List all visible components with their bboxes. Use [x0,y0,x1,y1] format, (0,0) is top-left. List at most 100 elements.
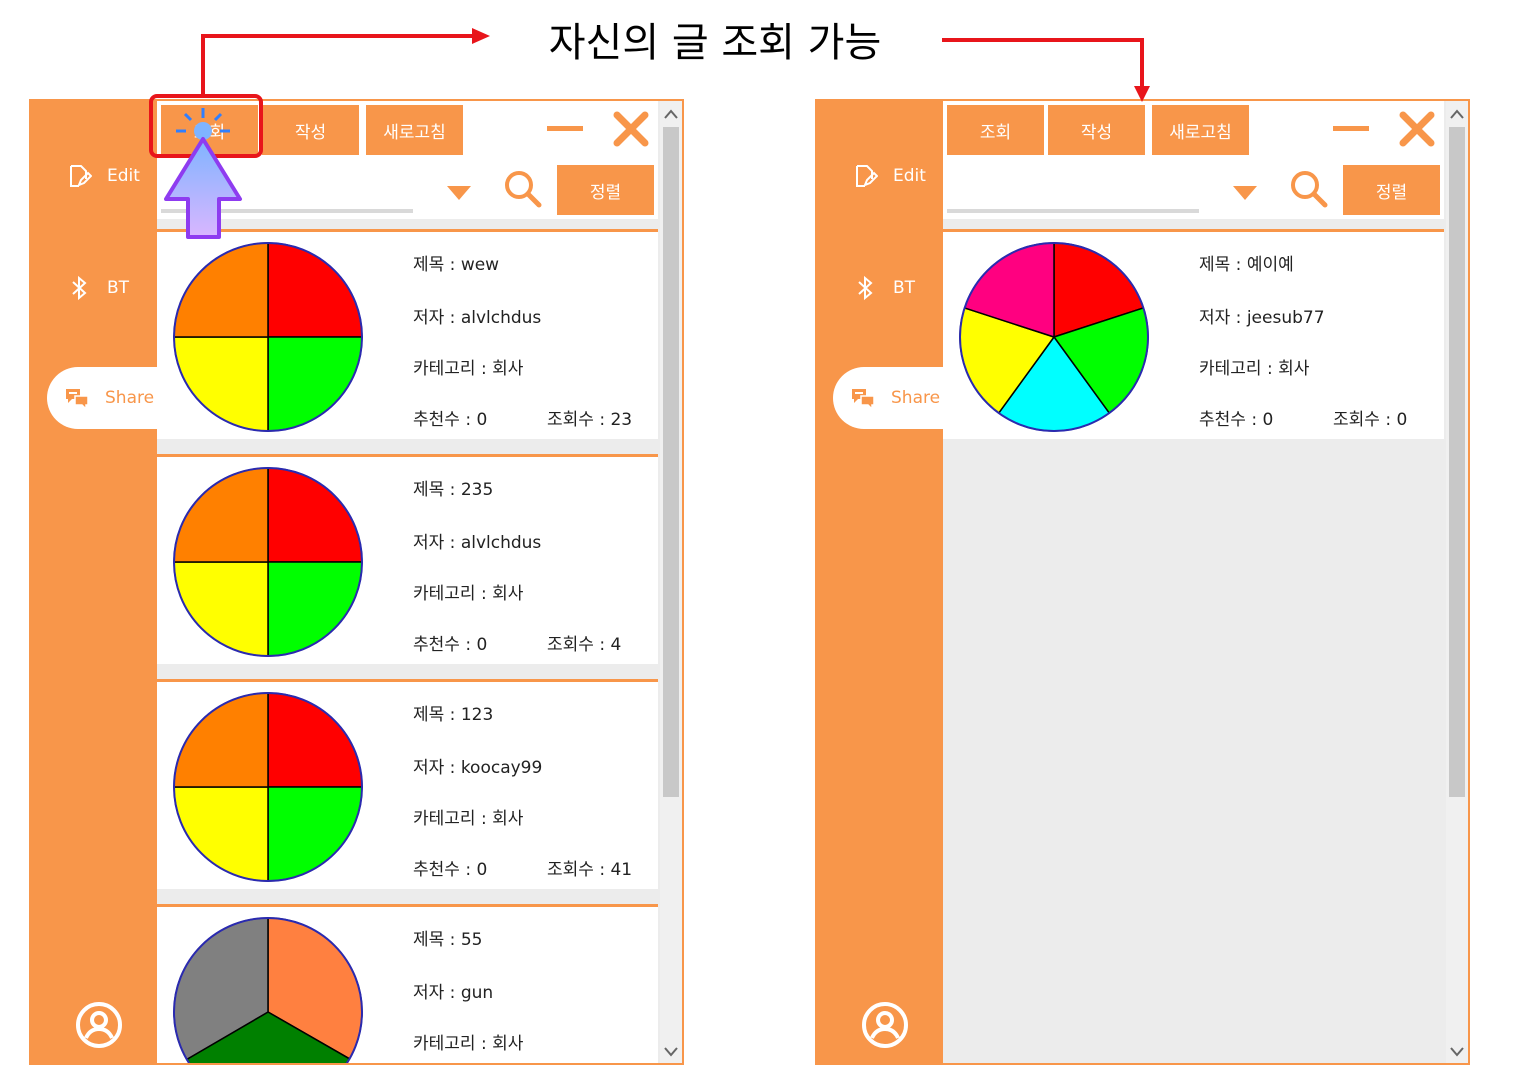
pie-slice-0 [267,692,363,788]
sidebar-item-bt[interactable]: BT [851,265,915,311]
pie-slice-0 [267,242,363,338]
pie-chart-thumbnail [173,467,363,657]
sidebar: Edit BT Share [817,101,943,1063]
post-title: 제목 : wew [413,255,500,275]
chat-icon [63,384,91,412]
scrollbar[interactable] [660,101,682,1063]
minimize-icon[interactable] [1333,126,1369,131]
post-title: 제목 : 123 [413,705,494,725]
chevron-down-icon[interactable] [447,185,471,200]
search-bar: 정렬 [943,161,1444,219]
edit-icon [65,162,93,190]
write-button[interactable]: 작성 [262,105,359,155]
post-views: 조회수 : 41 [547,860,633,880]
pie-chart-thumbnail [173,242,363,432]
view-button[interactable]: 조회 [947,105,1044,155]
pie-slice-1 [267,786,363,882]
post-category: 카테고리 : 회사 [413,1034,524,1054]
sidebar-item-edit[interactable]: Edit [65,153,140,199]
post-views: 조회수 : 4 [547,635,622,655]
close-icon[interactable] [611,109,651,149]
scrollbar-thumb[interactable] [1449,127,1465,797]
post-list: 제목 : wew 저자 : alvlchdus 카테고리 : 회사 추천수 : 0 조회… [157,219,658,1063]
post-views: 조회수 : 0 [1333,410,1408,430]
user-profile-icon[interactable] [75,1001,123,1049]
pie-slice-1 [267,561,363,657]
pie-slice-2 [173,561,269,657]
write-button[interactable]: 작성 [1048,105,1145,155]
post-author: 저자 : koocay99 [413,758,543,778]
post-card[interactable]: 제목 : 55 저자 : gun 카테고리 : 회사 [157,904,658,1063]
chevron-down-icon[interactable] [1233,185,1257,200]
search-bar: 정렬 [157,161,658,219]
highlight-box [149,94,263,158]
sidebar: Edit BT Share [31,101,157,1063]
connector-arrow-right [942,38,1144,88]
share-window-left: Edit BT Share 조회 작성 새로고침 정렬 제목: wew 저자 … [29,99,684,1065]
post-author: 저자 : jeesub77 [1199,308,1325,328]
search-icon[interactable] [1289,169,1329,209]
minimize-icon[interactable] [547,126,583,131]
post-author: 저자 : alvlchdus [413,308,542,328]
pie-slice-0 [267,467,363,563]
connector-arrow-left [201,34,474,94]
post-card[interactable]: 제목 : wew 저자 : alvlchdus 카테고리 : 회사 추천수 : 0 조회… [157,229,658,439]
arrowhead-icon [472,28,490,44]
refresh-button[interactable]: 새로고침 [1152,105,1249,155]
sidebar-item-label: BT [893,278,916,298]
sort-button[interactable]: 정렬 [1343,165,1440,215]
post-category: 카테고리 : 회사 [413,584,524,604]
pie-chart-thumbnail [173,692,363,882]
pie-slice-3 [173,467,269,563]
sidebar-item-label: BT [107,278,130,298]
sidebar-item-label: Share [891,388,941,408]
post-likes: 추천수 : 0 [413,860,488,880]
post-likes: 추천수 : 0 [413,635,488,655]
sidebar-item-label: Edit [893,166,926,186]
scroll-up-icon[interactable] [664,109,678,119]
scrollbar[interactable] [1446,101,1468,1063]
chat-icon [849,384,877,412]
post-list: 제목 : 예이예 저자 : jeesub77 카테고리 : 회사 추천수 : 0 조회수… [943,219,1444,1063]
post-category: 카테고리 : 회사 [413,359,524,379]
scroll-down-icon[interactable] [1450,1047,1464,1057]
post-author: 저자 : gun [413,983,494,1003]
pie-slice-1 [267,336,363,432]
post-card[interactable]: 제목 : 예이예 저자 : jeesub77 카테고리 : 회사 추천수 : 0 조회수… [943,229,1444,439]
refresh-button[interactable]: 새로고침 [366,105,463,155]
post-category: 카테고리 : 회사 [413,809,524,829]
sidebar-item-share[interactable]: Share [833,367,943,429]
sidebar-item-label: Edit [107,166,140,186]
post-likes: 추천수 : 0 [1199,410,1274,430]
sidebar-item-label: Share [105,388,155,408]
search-input[interactable] [947,209,1199,213]
annotation-caption: 자신의 글 조회 가능 [548,20,882,66]
pie-slice-2 [173,786,269,882]
bluetooth-icon [851,274,879,302]
post-title: 제목 : 예이예 [1199,255,1294,275]
share-window-right: Edit BT Share 조회 작성 새로고침 정렬 제목: 예이예 저자 … [815,99,1470,1065]
pie-slice-3 [173,242,269,338]
scroll-down-icon[interactable] [664,1047,678,1057]
pie-slice-3 [173,692,269,788]
scrollbar-thumb[interactable] [663,127,679,797]
close-icon[interactable] [1397,109,1437,149]
sidebar-item-share[interactable]: Share [47,367,157,429]
search-input[interactable] [161,209,413,213]
pie-chart-thumbnail [959,242,1149,432]
post-card[interactable]: 제목 : 123 저자 : koocay99 카테고리 : 회사추천수 : 0 조회수… [157,679,658,889]
scroll-up-icon[interactable] [1450,109,1464,119]
post-title: 제목 : 235 [413,480,494,500]
pie-slice-2 [173,336,269,432]
post-likes: 추천수 : 0 [413,410,488,430]
sidebar-item-edit[interactable]: Edit [851,153,926,199]
post-title: 제목 : 55 [413,930,483,950]
post-card[interactable]: 제목 : 235 저자 : alvlchdus 카테고리 : 회사추천수 : 0 조회… [157,454,658,664]
user-profile-icon[interactable] [861,1001,909,1049]
sidebar-item-bt[interactable]: BT [65,265,129,311]
post-author: 저자 : alvlchdus [413,533,542,553]
pie-chart-thumbnail [173,917,363,1063]
edit-icon [851,162,879,190]
sort-button[interactable]: 정렬 [557,165,654,215]
search-icon[interactable] [503,169,543,209]
